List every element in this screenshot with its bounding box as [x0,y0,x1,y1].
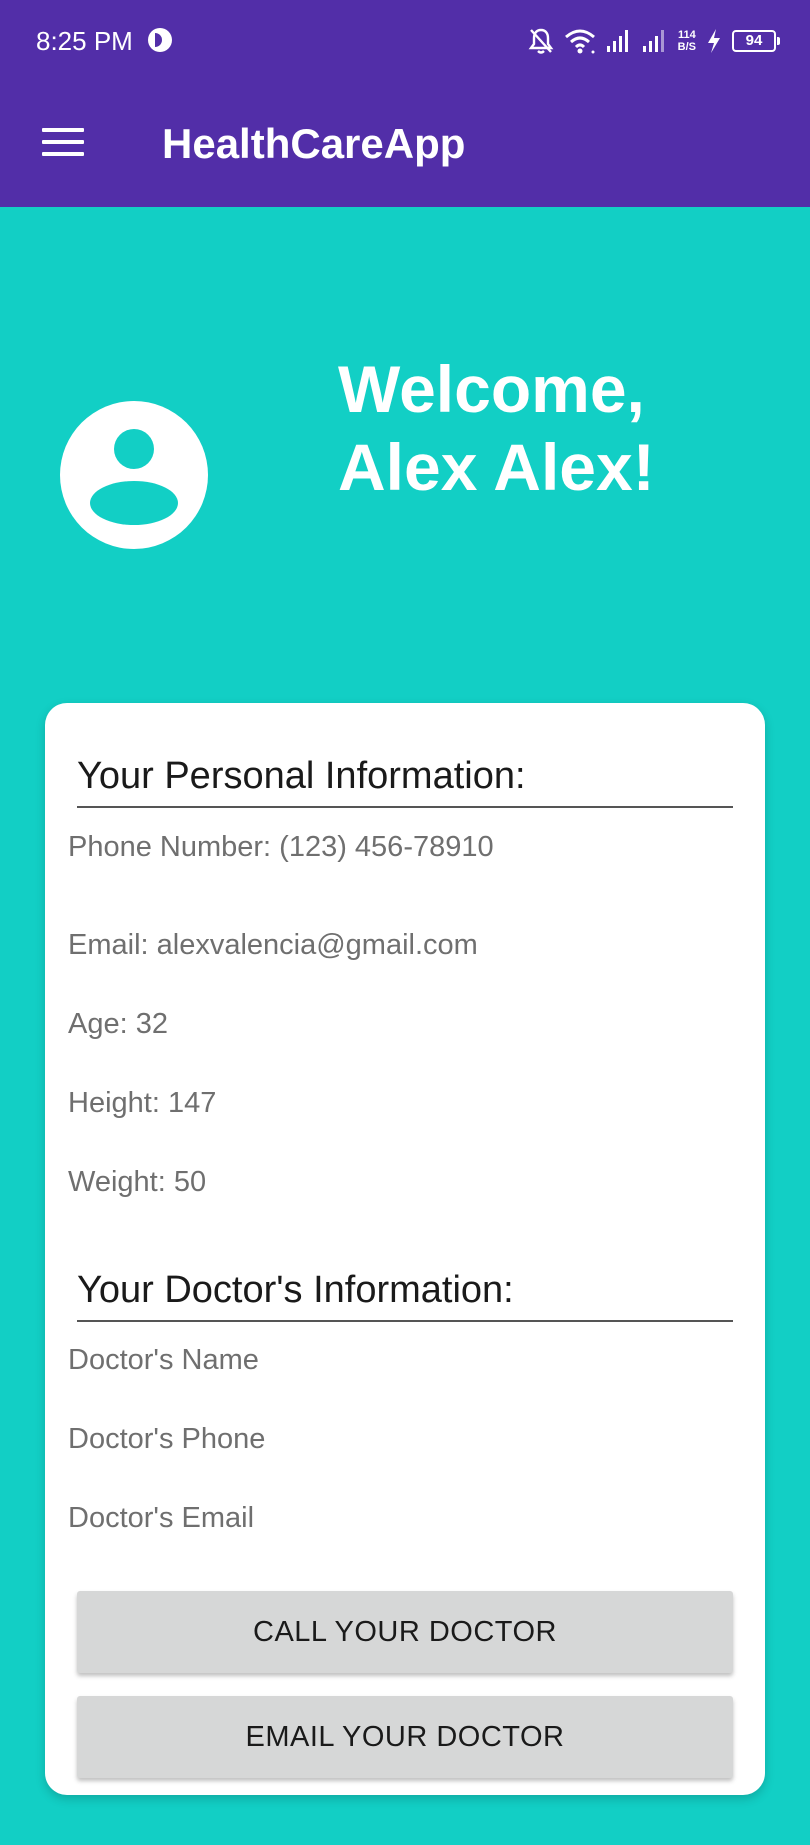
doctor-name: Doctor's Name [68,1344,259,1376]
email: Email: alexvalencia@gmail.com [68,929,478,961]
battery-icon: 94 [732,30,780,52]
network-speed-unit: B/S [677,41,696,53]
user-avatar-icon [60,401,208,549]
welcome-heading: Welcome, Alex Alex! [338,350,778,506]
doctor-info-divider [77,1320,733,1322]
signal-icon-sim2 [642,30,664,52]
email-doctor-button[interactable]: EMAIL YOUR DOCTOR [77,1696,733,1778]
app-title: HealthCareApp [162,120,466,167]
network-speed-value: 114 [677,29,696,41]
app-bar: HealthCareApp [0,82,810,207]
info-card: Your Personal Information: Phone Number:… [45,703,765,1795]
status-icons: 114 B/S 94 [528,24,780,58]
doctor-info-heading: Your Doctor's Information: [77,1269,514,1311]
welcome-line-2: Alex Alex! [338,430,655,504]
doctor-phone: Doctor's Phone [68,1423,266,1455]
height: Height: 147 [68,1087,217,1119]
personal-info-heading: Your Personal Information: [77,755,526,797]
age: Age: 32 [68,1008,168,1040]
welcome-line-1: Welcome, [338,352,645,426]
personal-info-divider [77,806,733,808]
weight: Weight: 50 [68,1166,207,1198]
battery-level: 94 [745,32,763,49]
charging-bolt-icon [708,29,720,53]
call-doctor-button[interactable]: CALL YOUR DOCTOR [77,1591,733,1673]
doctor-email: Doctor's Email [68,1502,255,1534]
bell-off-icon [528,28,554,54]
signal-icon-sim1 [606,30,628,52]
wifi-icon [564,29,595,54]
hamburger-menu-icon[interactable] [42,128,84,160]
status-time: 8:25 PM [36,26,133,56]
notification-app-icon [148,28,172,52]
network-speed: 114 B/S [678,29,696,53]
phone-number: Phone Number: (123) 456-78910 [68,831,494,863]
status-bar: 8:25 PM 114 B/S 94 [0,0,810,82]
